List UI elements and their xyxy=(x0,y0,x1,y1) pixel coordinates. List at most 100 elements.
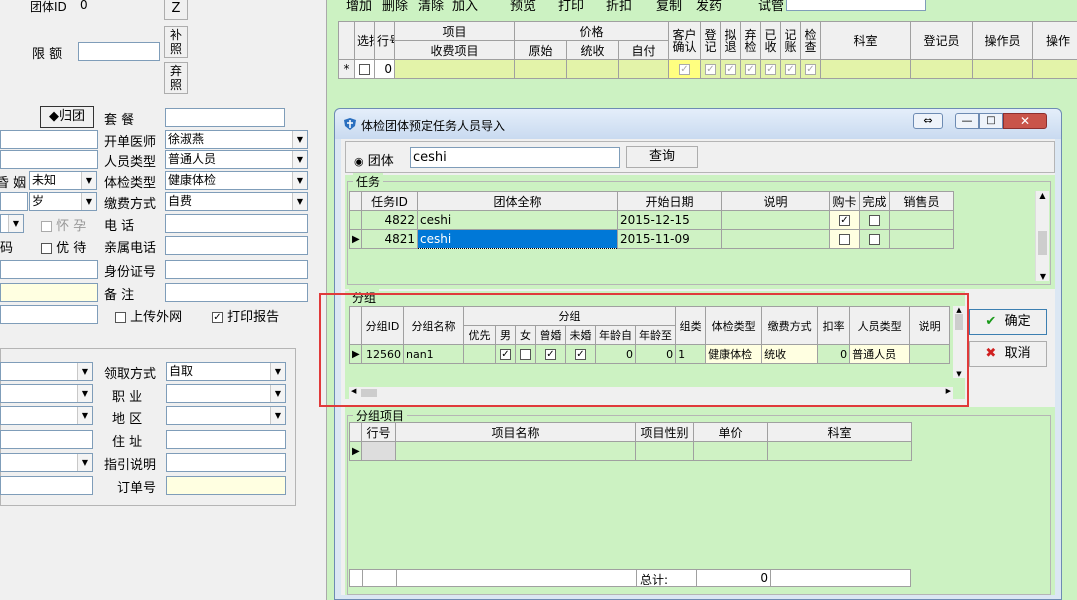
toolbar-add[interactable]: 增加 xyxy=(346,0,372,14)
age-unit-select[interactable]: 岁 ▼ xyxy=(29,192,97,211)
toolbar-preview[interactable]: 预览 xyxy=(510,0,536,14)
chevron-down-icon: ▼ xyxy=(77,407,92,424)
left-select-a[interactable]: ▼ xyxy=(0,362,93,381)
close-icon: ✕ xyxy=(1019,114,1031,128)
group-search-input[interactable]: ceshi xyxy=(410,147,620,168)
col-complete: 完成 xyxy=(859,191,890,211)
charge-item-cell[interactable] xyxy=(394,59,515,79)
collect-select[interactable]: 自取 ▼ xyxy=(166,362,286,381)
left-input-row4[interactable] xyxy=(0,305,98,324)
z-button[interactable]: Z xyxy=(164,0,188,20)
left-input-row3[interactable] xyxy=(0,260,98,279)
group-radio[interactable]: ◉ 团体 xyxy=(354,150,394,169)
task-desc-cell xyxy=(721,229,830,249)
minimize-button[interactable]: — xyxy=(955,113,979,129)
supplement-photo-button[interactable]: 补照 xyxy=(164,26,188,58)
priority-checkbox[interactable]: 优 待 xyxy=(41,237,86,256)
table-row[interactable]: * 0 ✓ ✓ ✓ ✓ ✓ ✓ ✓ xyxy=(338,59,1077,79)
buy-card-cell[interactable] xyxy=(829,229,860,249)
table-row[interactable]: 4822 ceshi 2015-12-15 ✓ xyxy=(349,210,954,230)
upload-checkbox[interactable]: 上传外网 xyxy=(115,306,182,325)
exam-type-select[interactable]: 健康体检 ▼ xyxy=(165,171,308,190)
toolbar-dispense[interactable]: 发药 xyxy=(696,0,722,14)
pregnant-checkbox[interactable]: 怀 孕 xyxy=(41,215,86,234)
tube-input[interactable] xyxy=(786,0,926,11)
guide-input[interactable] xyxy=(166,453,286,472)
order-input[interactable] xyxy=(166,476,286,495)
id-number-input[interactable] xyxy=(165,260,308,279)
toolbar-clear[interactable]: 清除 xyxy=(418,0,444,14)
dialog-titlebar[interactable]: 体检团体预定任务人员导入 ⇔ — □ ✕ xyxy=(335,109,1061,139)
resize-button[interactable]: ⇔ xyxy=(913,113,943,129)
left-input-row6[interactable] xyxy=(0,476,93,495)
person-type-select[interactable]: 普通人员 ▼ xyxy=(165,150,308,169)
confirm-button[interactable]: ✔ 确定 xyxy=(969,309,1047,335)
job-select[interactable]: ▼ xyxy=(166,384,286,403)
remark-input[interactable] xyxy=(165,283,308,302)
chevron-down-icon: ▼ xyxy=(81,193,96,210)
marital-label: 昏 姻 xyxy=(0,176,27,191)
region-select[interactable]: ▼ xyxy=(166,406,286,425)
col-price: 价格 xyxy=(514,21,669,41)
address-input[interactable] xyxy=(166,430,286,449)
address-label: 住 址 xyxy=(112,435,143,450)
maximize-button[interactable]: □ xyxy=(979,113,1003,129)
col-unified: 统收 xyxy=(566,40,619,60)
abandon-cell: ✓ xyxy=(740,59,761,79)
relative-phone-label: 亲属电话 xyxy=(104,241,157,256)
main-grid: 选择 行号 项目 价格 客户确认 登记 拟退 弃检 已收 记账 检查 科室 登记… xyxy=(338,21,1077,79)
package-input[interactable] xyxy=(165,108,285,127)
toolbar-discount[interactable]: 折扣 xyxy=(606,0,632,14)
registrar-cell xyxy=(910,59,973,79)
salesperson-cell xyxy=(889,210,954,230)
department-cell xyxy=(820,59,911,79)
toolbar-join[interactable]: 加入 xyxy=(452,0,478,14)
complete-cell[interactable] xyxy=(859,210,890,230)
toolbar-tube[interactable]: 试管 xyxy=(758,0,784,14)
task-name-cell-selected[interactable]: ceshi xyxy=(417,229,618,249)
left-small-select[interactable]: ▼ xyxy=(0,214,24,233)
dialog-body: ◉ 团体 ceshi 查询 任务 任务ID 团体全称 开始日期 说明 购卡 完成… xyxy=(319,139,1055,595)
pay-method-select[interactable]: 自费 ▼ xyxy=(165,192,308,211)
left-input-row5[interactable] xyxy=(0,430,93,449)
marital-select[interactable]: 未知 ▼ xyxy=(29,171,97,190)
divider xyxy=(362,570,363,586)
task-scrollbar[interactable]: ▲ ▼ xyxy=(1035,191,1049,281)
age-input[interactable] xyxy=(0,192,28,211)
left-input-row1[interactable] xyxy=(0,130,98,149)
left-input-row2[interactable] xyxy=(0,150,98,169)
customer-confirm-cell[interactable]: ✓ xyxy=(668,59,701,79)
discard-photo-button[interactable]: 弃照 xyxy=(164,62,188,94)
select-cell[interactable] xyxy=(354,59,375,79)
toolbar-delete[interactable]: 删除 xyxy=(382,0,408,14)
collect-label: 领取方式 xyxy=(104,367,157,382)
left-select-c[interactable]: ▼ xyxy=(0,406,93,425)
chevron-down-icon: ▼ xyxy=(77,363,92,380)
left-input-yellow[interactable] xyxy=(0,283,98,302)
col-item-name: 项目名称 xyxy=(395,422,636,442)
toolbar-print[interactable]: 打印 xyxy=(558,0,584,14)
limit-input[interactable] xyxy=(78,42,160,61)
buy-card-cell[interactable]: ✓ xyxy=(829,210,860,230)
items-grid: 行号 项目名称 项目性别 单价 科室 ▶ xyxy=(349,422,912,461)
complete-cell[interactable] xyxy=(859,229,890,249)
relative-phone-input[interactable] xyxy=(165,236,308,255)
table-row[interactable]: ▶ 4821 ceshi 2015-11-09 xyxy=(349,229,954,249)
cancel-button[interactable]: ✖ 取消 xyxy=(969,341,1047,367)
doctor-select[interactable]: 徐淑燕 ▼ xyxy=(165,130,308,149)
return-group-button[interactable]: ◆归团 xyxy=(40,106,94,128)
checkbox-icon xyxy=(41,243,52,254)
cross-icon: ✖ xyxy=(985,346,997,361)
query-button[interactable]: 查询 xyxy=(626,146,698,168)
left-select-d[interactable]: ▼ xyxy=(0,453,93,472)
divider xyxy=(696,570,697,586)
close-button[interactable]: ✕ xyxy=(1003,113,1047,129)
left-select-b[interactable]: ▼ xyxy=(0,384,93,403)
print-report-checkbox[interactable]: ✓ 打印报告 xyxy=(212,306,279,325)
checkbox-icon: ✓ xyxy=(705,64,716,75)
toolbar-copy[interactable]: 复制 xyxy=(656,0,682,14)
phone-input[interactable] xyxy=(165,214,308,233)
scroll-thumb[interactable] xyxy=(1038,231,1047,255)
table-row[interactable]: ▶ xyxy=(349,441,912,461)
col-department: 科室 xyxy=(820,21,911,60)
